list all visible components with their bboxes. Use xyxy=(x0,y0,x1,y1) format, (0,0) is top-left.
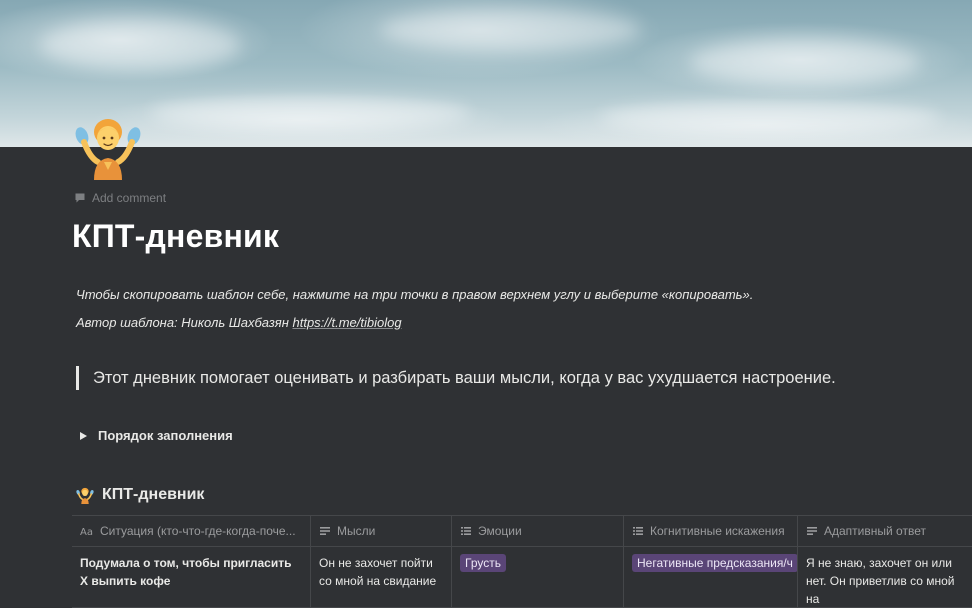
svg-text:Aa: Aa xyxy=(80,527,93,537)
description-quote: Этот дневник помогает оценивать и разбир… xyxy=(76,366,836,390)
table-header-row: Aa Ситуация (кто-что-где-когда-поче... М… xyxy=(72,516,972,547)
column-header-situation[interactable]: Aa Ситуация (кто-что-где-когда-поче... xyxy=(72,516,311,546)
intro-text: Чтобы скопировать шаблон себе, нажмите н… xyxy=(76,281,753,337)
cell-adaptive-answer[interactable]: Я не знаю, захочет он или нет. Он привет… xyxy=(798,547,972,607)
toggle-fill-order[interactable]: Порядок заполнения xyxy=(80,428,233,443)
toggle-label: Порядок заполнения xyxy=(98,428,233,443)
column-header-distortions[interactable]: Когнитивные искажения xyxy=(624,516,798,546)
database-title[interactable]: КПТ-дневник xyxy=(76,486,204,504)
column-header-adaptive-answer[interactable]: Адаптивный ответ xyxy=(798,516,972,546)
author-line: Автор шаблона: Николь Шахбазян https://t… xyxy=(76,309,753,337)
text-property-icon: Aa xyxy=(80,527,93,537)
text-lines-icon xyxy=(807,527,817,535)
copy-instructions: Чтобы скопировать шаблон себе, нажмите н… xyxy=(76,287,754,302)
multi-select-icon xyxy=(461,527,471,535)
table-row[interactable]: Подумала о том, чтобы пригласить Х выпит… xyxy=(72,547,972,608)
comment-icon xyxy=(75,193,85,203)
page-cover[interactable] xyxy=(0,0,972,147)
distortion-tag: Негативные предсказания/ч xyxy=(632,554,797,572)
add-comment-button[interactable]: Add comment xyxy=(74,191,166,205)
database-title-label: КПТ-дневник xyxy=(102,486,205,503)
author-label: Автор шаблона: Николь Шахбазян xyxy=(76,315,289,330)
emotion-tag: Грусть xyxy=(460,554,506,572)
cell-emotions[interactable]: Грусть xyxy=(452,547,624,607)
cell-situation[interactable]: Подумала о том, чтобы пригласить Х выпит… xyxy=(72,547,311,607)
page-title[interactable]: КПТ-дневник xyxy=(72,218,279,255)
column-header-thoughts[interactable]: Мысли xyxy=(311,516,452,546)
column-header-emotions[interactable]: Эмоции xyxy=(452,516,624,546)
person-emoji-icon xyxy=(76,487,94,504)
add-comment-label: Add comment xyxy=(92,191,167,205)
cell-distortions[interactable]: Негативные предсказания/ч xyxy=(624,547,798,607)
multi-select-icon xyxy=(633,527,643,535)
toggle-triangle-icon[interactable] xyxy=(80,431,87,440)
author-link[interactable]: https://t.me/tibiolog xyxy=(292,315,401,330)
page-emoji-icon[interactable] xyxy=(74,112,142,180)
cell-thoughts[interactable]: Он не захочет пойти со мной на свидание xyxy=(311,547,452,607)
text-lines-icon xyxy=(320,527,330,535)
database-table: Aa Ситуация (кто-что-где-когда-поче... М… xyxy=(72,515,972,608)
